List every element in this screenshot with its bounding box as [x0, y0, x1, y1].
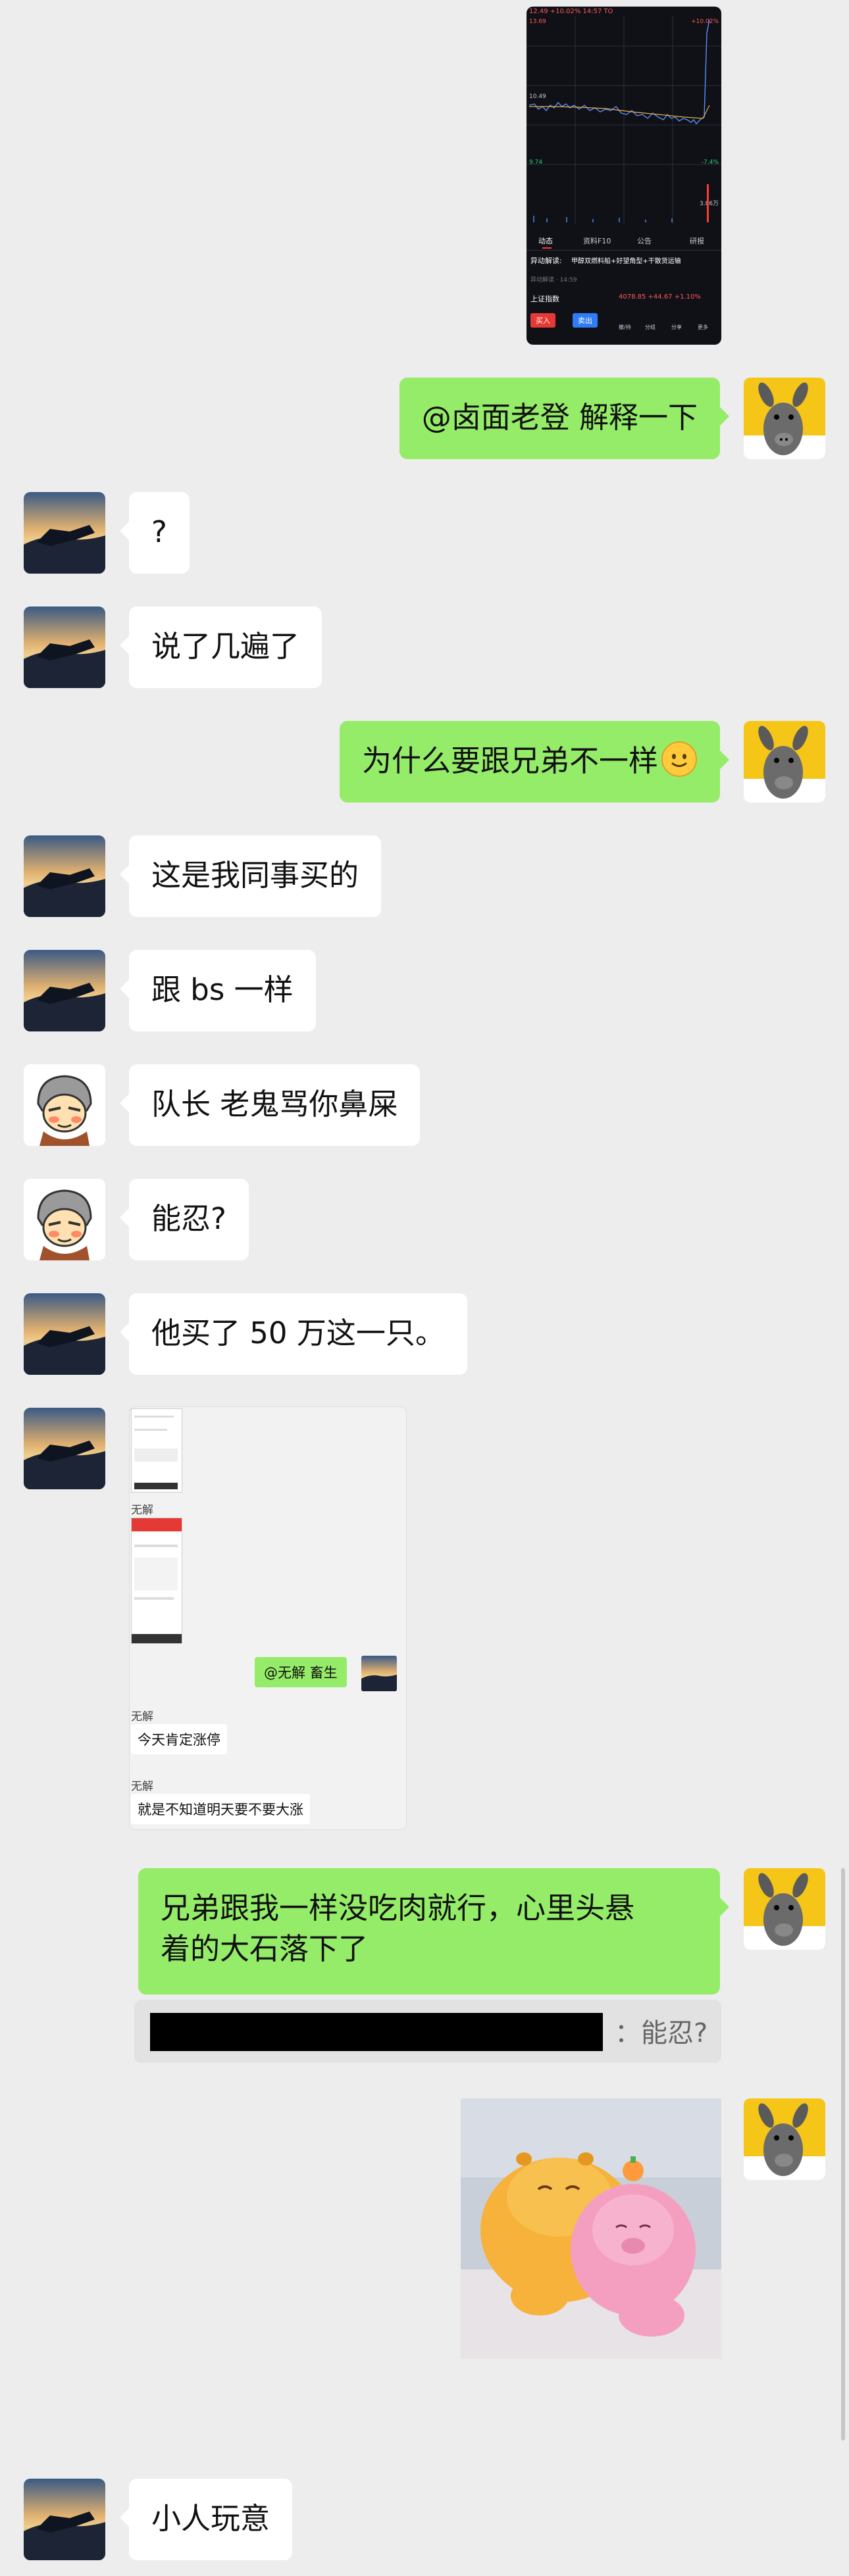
message-text: 为什么要跟兄弟不一样: [361, 743, 658, 778]
message-bubble[interactable]: ?: [120, 492, 190, 574]
donkey-avatar[interactable]: [744, 2098, 825, 2180]
quoted-message[interactable]: ：能忍?: [134, 2000, 721, 2063]
donkey-avatar[interactable]: [744, 721, 825, 803]
message-text: 小人玩意: [151, 2501, 270, 2536]
cartoon-avatar[interactable]: [24, 1064, 105, 1146]
tab-gonggao[interactable]: 公告: [637, 235, 652, 246]
forward-mention-bubble: @无解 畜生: [255, 1657, 347, 1687]
message-bubble[interactable]: @卤面老登 解释一下: [399, 378, 730, 459]
message-bubble[interactable]: 这是我同事买的: [119, 835, 382, 917]
donkey-avatar[interactable]: [744, 378, 825, 459]
message-bubble[interactable]: 为什么要跟兄弟不一样: [339, 721, 730, 803]
tab-ziliao[interactable]: 资料F10: [583, 235, 611, 246]
news-source: 异动解读 · 14:59: [530, 277, 577, 284]
message-text: 跟 bs 一样: [151, 972, 294, 1007]
cartoon-avatar[interactable]: [24, 1179, 105, 1260]
news-text[interactable]: 甲醇双燃料船+好望角型+干散货运输: [571, 255, 681, 265]
price-chart: [527, 16, 721, 224]
message-bubble[interactable]: 队长 老鬼骂你鼻屎: [119, 1064, 421, 1146]
message-text: 这是我同事买的: [151, 858, 359, 893]
sunset-avatar: [361, 1656, 397, 1691]
quoted-text: ：能忍?: [615, 2018, 708, 2048]
bottom-icon-label-4[interactable]: 更多: [698, 324, 708, 331]
forward-message: 今天肯定涨停: [131, 1724, 227, 1754]
message-text: 说了几遍了: [151, 629, 300, 664]
sunset-avatar[interactable]: [24, 2479, 105, 2560]
sticker-image[interactable]: [461, 2098, 721, 2359]
message-text: 队长 老鬼骂你鼻屎: [151, 1087, 398, 1122]
sunset-avatar[interactable]: [24, 607, 105, 688]
tab-dongtai[interactable]: 动态: [538, 235, 553, 246]
forward-thumbnail-1: [131, 1408, 182, 1493]
message-text-line-1: 兄弟跟我一样没吃肉就行，心里头悬: [161, 1891, 635, 1925]
message-bubble[interactable]: 跟 bs 一样: [120, 950, 316, 1031]
smile-emoji-icon: [661, 741, 697, 777]
forward-message-text: 就是不知道明天要不要大涨: [138, 1802, 303, 1818]
sunset-avatar[interactable]: [24, 835, 105, 917]
index-value: 4078.85 +44.67 +1.10%: [619, 293, 701, 301]
forward-message: 就是不知道明天要不要大涨: [131, 1794, 310, 1824]
tab-yanbao[interactable]: 研报: [690, 235, 704, 246]
sell-button[interactable]: 卖出: [573, 313, 598, 328]
message-text-line-2: 着的大石落下了: [161, 1931, 369, 1966]
bottom-icon-label-2[interactable]: 分组: [645, 324, 656, 331]
donkey-avatar[interactable]: [744, 1868, 825, 1950]
forward-sender-name: 无解: [131, 1504, 153, 1517]
sunset-avatar[interactable]: [24, 492, 105, 574]
forward-mention-text: @无解 畜生: [264, 1665, 338, 1681]
bottom-icon-label-1[interactable]: 撤/持: [619, 324, 631, 331]
scrollbar[interactable]: [841, 1868, 845, 2440]
sunset-avatar[interactable]: [24, 1293, 105, 1375]
bottom-icon-label-3[interactable]: 分享: [671, 324, 682, 331]
message-text: 能忍?: [151, 1201, 226, 1236]
forwarded-chat-record[interactable]: 无解 @无解 畜生 无解 今天肯定涨停 无解 就是不知道明天要不要大涨: [129, 1406, 407, 1830]
buy-button[interactable]: 买入: [530, 313, 555, 328]
message-bubble[interactable]: 兄弟跟我一样没吃肉就行，心里头悬 着的大石落下了: [138, 1868, 729, 1994]
sunset-avatar[interactable]: [24, 1408, 105, 1489]
redacted-name: [150, 2013, 603, 2051]
forward-sender-name: 无解: [131, 1780, 153, 1793]
forward-message-text: 今天肯定涨停: [138, 1732, 220, 1748]
message-text: @卤面老登 解释一下: [421, 400, 698, 435]
forward-thumbnail-2: [131, 1518, 182, 1644]
message-text: ?: [151, 514, 167, 549]
message-bubble[interactable]: 他买了 50 万这一只。: [120, 1293, 467, 1375]
sunset-avatar[interactable]: [24, 950, 105, 1031]
stock-screenshot-image[interactable]: 12.49 +10.02% 14:57 TO 13.69 +10.02% 10.…: [527, 7, 721, 345]
forward-sender-name: 无解: [131, 1710, 153, 1723]
message-bubble[interactable]: 说了几遍了: [119, 607, 322, 688]
message-bubble[interactable]: 能忍?: [120, 1179, 249, 1260]
message-bubble[interactable]: 小人玩意: [119, 2479, 293, 2560]
news-label: 异动解读:: [530, 257, 562, 265]
message-text: 他买了 50 万这一只。: [151, 1316, 445, 1350]
index-name: 上证指数: [530, 295, 559, 303]
